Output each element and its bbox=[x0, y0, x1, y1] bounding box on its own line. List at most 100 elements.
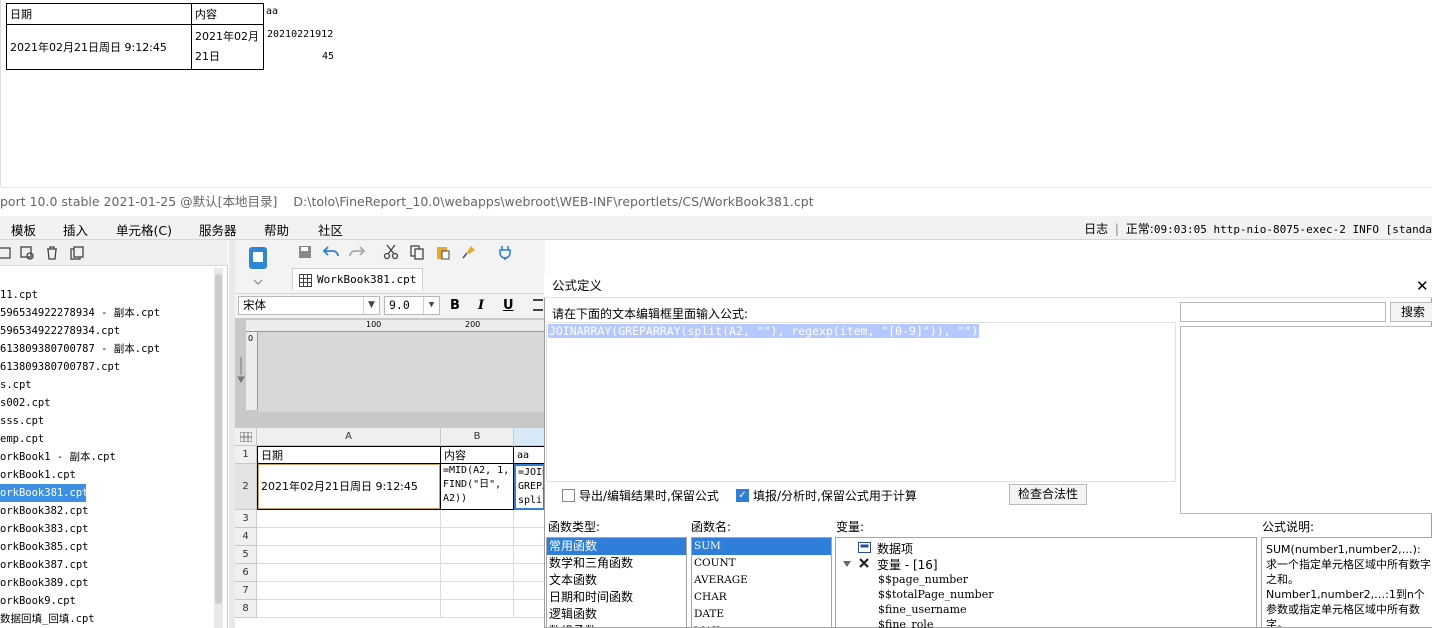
row-header[interactable]: 7 bbox=[235, 582, 257, 600]
menu-community[interactable]: 社区 bbox=[318, 220, 343, 239]
ruler-slider-icon[interactable] bbox=[237, 355, 245, 385]
bold-button[interactable]: B bbox=[450, 298, 460, 313]
file-item[interactable]: orkBook382.cpt bbox=[0, 502, 212, 520]
file-item[interactable]: s.cpt bbox=[0, 376, 212, 394]
file-item[interactable]: orkBook389.cpt bbox=[0, 574, 212, 592]
tree-var-fine-role[interactable]: $fine_role bbox=[878, 618, 933, 628]
italic-button[interactable]: I bbox=[478, 298, 484, 313]
function-type-item[interactable]: 数学和三角函数 bbox=[547, 555, 686, 572]
empty-cell[interactable] bbox=[257, 546, 441, 564]
cell-a2[interactable]: 2021年02月21日周日 9:12:45 bbox=[257, 464, 441, 510]
file-item[interactable]: orkBook387.cpt bbox=[0, 556, 212, 574]
keep-formula-export-checkbox[interactable] bbox=[562, 489, 575, 502]
plugin-icon[interactable] bbox=[497, 244, 513, 260]
function-name-item[interactable]: DATE bbox=[692, 606, 831, 623]
menu-insert[interactable]: 插入 bbox=[63, 220, 88, 239]
search-button[interactable]: 搜索 bbox=[1390, 302, 1432, 322]
tree-var-fine-username[interactable]: $fine_username bbox=[878, 603, 967, 616]
empty-cell[interactable] bbox=[441, 528, 514, 546]
paste-icon[interactable] bbox=[435, 244, 451, 260]
file-item[interactable]: orkBook1.cpt bbox=[0, 466, 212, 484]
check-validity-button[interactable]: 检查合法性 bbox=[1009, 484, 1087, 505]
undo-icon[interactable] bbox=[322, 244, 340, 260]
open-folder-icon[interactable] bbox=[0, 245, 12, 261]
menu-server[interactable]: 服务器 bbox=[199, 220, 237, 239]
close-icon[interactable]: ✕ bbox=[1416, 278, 1429, 294]
empty-cell[interactable] bbox=[441, 510, 514, 528]
copy-cell-icon[interactable] bbox=[409, 244, 425, 260]
row-header[interactable]: 3 bbox=[235, 510, 257, 528]
underline-button[interactable]: U bbox=[503, 298, 514, 313]
row-header[interactable]: 1 bbox=[235, 446, 257, 464]
tree-variable-group[interactable]: 变量 - [16] bbox=[877, 556, 938, 573]
tree-scrollbar-thumb[interactable] bbox=[215, 274, 222, 604]
empty-cell[interactable] bbox=[257, 582, 441, 600]
keep-formula-fill-checkbox[interactable]: ✓ bbox=[736, 489, 749, 502]
cell-a1[interactable]: 日期 bbox=[257, 446, 441, 464]
empty-cell[interactable] bbox=[514, 564, 545, 582]
align-icon[interactable] bbox=[533, 299, 543, 311]
column-header-a[interactable]: A bbox=[257, 428, 441, 446]
file-item[interactable]: orkBook9.cpt bbox=[0, 592, 212, 610]
empty-cell[interactable] bbox=[514, 582, 545, 600]
font-size-select[interactable]: 9.0 ▼ bbox=[384, 296, 440, 315]
column-header-c[interactable] bbox=[514, 428, 545, 446]
locate-icon[interactable] bbox=[19, 245, 35, 261]
empty-cell[interactable] bbox=[514, 528, 545, 546]
function-name-item[interactable]: COUNT bbox=[692, 555, 831, 572]
row-header[interactable]: 2 bbox=[235, 464, 257, 510]
file-item[interactable]: orkBook381.cpt bbox=[0, 484, 89, 502]
function-name-item[interactable]: SUM bbox=[692, 538, 831, 555]
cell-c2[interactable]: =JOIN GREPA split bbox=[514, 464, 545, 510]
file-item[interactable]: emp.cpt bbox=[0, 430, 212, 448]
empty-cell[interactable] bbox=[257, 600, 441, 618]
row-header[interactable]: 4 bbox=[235, 528, 257, 546]
tree-data-item[interactable]: 数据项 bbox=[877, 540, 913, 557]
file-item[interactable]: orkBook1 - 副本.cpt bbox=[0, 448, 212, 466]
file-item[interactable]: 11.cpt bbox=[0, 286, 212, 304]
function-type-item[interactable]: 逻辑函数 bbox=[547, 606, 686, 623]
chevron-down-icon[interactable] bbox=[843, 561, 851, 567]
file-item[interactable]: sss.cpt bbox=[0, 412, 212, 430]
empty-cell[interactable] bbox=[441, 546, 514, 564]
file-item[interactable]: 596534922278934.cpt bbox=[0, 322, 212, 340]
file-item[interactable]: 数据回填_回填.cpt bbox=[0, 610, 212, 628]
function-type-item[interactable]: 日期和时间函数 bbox=[547, 589, 686, 606]
row-header[interactable]: 8 bbox=[235, 600, 257, 618]
empty-cell[interactable] bbox=[257, 510, 441, 528]
function-type-item[interactable]: 常用函数 bbox=[547, 538, 686, 555]
tree-var-page-number[interactable]: $$page_number bbox=[878, 573, 968, 586]
copy-icon[interactable] bbox=[69, 245, 85, 261]
cell-b1[interactable]: 内容 bbox=[441, 446, 514, 464]
empty-cell[interactable] bbox=[514, 546, 545, 564]
menu-cell[interactable]: 单元格(C) bbox=[116, 220, 172, 239]
formula-editor[interactable] bbox=[546, 322, 1176, 482]
empty-cell[interactable] bbox=[514, 600, 545, 618]
empty-cell[interactable] bbox=[441, 564, 514, 582]
grid-corner[interactable] bbox=[235, 428, 257, 446]
file-item[interactable]: s002.cpt bbox=[0, 394, 212, 412]
font-family-select[interactable]: 宋体 ▼ bbox=[238, 296, 380, 315]
column-header-b[interactable]: B bbox=[441, 428, 514, 446]
cut-icon[interactable] bbox=[383, 244, 399, 260]
formula-text[interactable]: JOINARRAY(GREPARRAY(split(A2, ""), regex… bbox=[548, 324, 980, 338]
file-item[interactable]: 613809380700787.cpt bbox=[0, 358, 212, 376]
empty-cell[interactable] bbox=[257, 528, 441, 546]
log-line[interactable]: 日志 | 正常:09:03:05 http-nio-8075-exec-2 IN… bbox=[1084, 220, 1432, 237]
function-name-item[interactable]: AVERAGE bbox=[692, 572, 831, 589]
empty-cell[interactable] bbox=[441, 600, 514, 618]
row-header[interactable]: 6 bbox=[235, 564, 257, 582]
empty-cell[interactable] bbox=[257, 564, 441, 582]
cell-c1[interactable]: aa bbox=[514, 446, 545, 464]
file-item[interactable]: 613809380700787 - 副本.cpt bbox=[0, 340, 212, 358]
menu-template[interactable]: 模板 bbox=[11, 220, 36, 239]
file-item[interactable]: 596534922278934 - 副本.cpt bbox=[0, 304, 212, 322]
new-report-icon[interactable] bbox=[247, 246, 269, 270]
function-type-item[interactable]: 文本函数 bbox=[547, 572, 686, 589]
delete-icon[interactable] bbox=[44, 245, 60, 261]
redo-icon[interactable] bbox=[348, 244, 366, 260]
save-icon[interactable] bbox=[297, 244, 313, 260]
file-item[interactable]: orkBook383.cpt bbox=[0, 520, 212, 538]
function-type-item[interactable]: 数组函数 bbox=[547, 623, 686, 627]
empty-cell[interactable] bbox=[514, 510, 545, 528]
